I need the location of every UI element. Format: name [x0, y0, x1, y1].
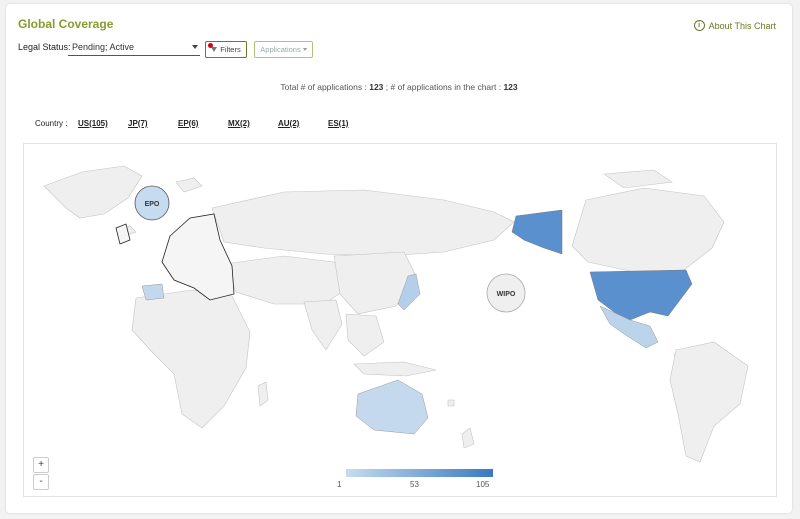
legal-status-label: Legal Status:	[18, 42, 71, 52]
world-map[interactable]: EPO WIPO + - 1 53 105	[23, 143, 777, 497]
chart-applications: 123	[503, 82, 518, 92]
color-scale-legend	[346, 469, 493, 477]
legal-status-select[interactable]: Pending; Active	[68, 38, 200, 56]
country-link-au[interactable]: AU(2)	[278, 119, 299, 128]
totals-prefix: Total # of applications :	[280, 82, 367, 92]
legend-mid-label: 53	[410, 480, 419, 489]
active-filter-badge	[208, 43, 213, 48]
world-map-svg: EPO WIPO	[43, 165, 749, 463]
region-indonesia	[353, 361, 437, 377]
totals-summary: Total # of applications : 123 ; # of app…	[6, 82, 792, 92]
info-icon: i	[693, 20, 705, 31]
about-chart-link[interactable]: i About This Chart	[693, 20, 776, 31]
region-new-zealand	[461, 427, 475, 449]
zoom-out-button[interactable]: -	[33, 474, 49, 490]
region-spain[interactable]	[141, 283, 165, 301]
country-link-es[interactable]: ES(1)	[328, 119, 348, 128]
wipo-label: WIPO	[497, 291, 516, 298]
applications-dropdown[interactable]: Applications	[254, 41, 313, 58]
chevron-down-icon	[302, 48, 307, 51]
country-link-mx[interactable]: MX(2)	[228, 119, 250, 128]
applications-label: Applications	[260, 45, 301, 54]
region-madagascar	[257, 381, 269, 407]
region-arctic-islands	[175, 177, 203, 193]
country-link-ep[interactable]: EP(6)	[178, 119, 198, 128]
filters-label: Filters	[220, 45, 241, 54]
country-link-jp[interactable]: JP(7)	[128, 119, 148, 128]
country-link-us[interactable]: US(105)	[78, 119, 108, 128]
page-title: Global Coverage	[18, 17, 114, 31]
region-canada	[571, 187, 725, 273]
epo-label: EPO	[145, 201, 160, 208]
legend-min-label: 1	[337, 480, 342, 489]
region-pacific-island	[447, 399, 455, 407]
region-australia[interactable]	[355, 379, 429, 435]
zoom-in-button[interactable]: +	[33, 457, 49, 473]
chevron-down-icon	[192, 44, 198, 49]
region-africa	[131, 289, 251, 429]
region-canada-islands	[603, 169, 673, 189]
filter-icon	[211, 47, 218, 52]
region-south-america	[669, 341, 749, 463]
region-north-asia	[211, 189, 515, 257]
region-alaska[interactable]	[511, 209, 563, 255]
filters-button[interactable]: Filters	[205, 41, 247, 58]
about-chart-label: About This Chart	[708, 20, 776, 31]
totals-mid: ; # of applications in the chart :	[385, 82, 502, 92]
legend-max-label: 105	[476, 480, 490, 489]
region-india	[303, 299, 343, 351]
region-central-asia	[223, 255, 355, 305]
region-se-asia	[345, 313, 385, 357]
total-applications: 123	[369, 82, 384, 92]
country-label: Country :	[35, 119, 68, 128]
legal-status-value: Pending; Active	[72, 41, 135, 52]
global-coverage-card: Global Coverage i About This Chart Legal…	[6, 4, 792, 513]
region-greenland	[43, 165, 143, 219]
